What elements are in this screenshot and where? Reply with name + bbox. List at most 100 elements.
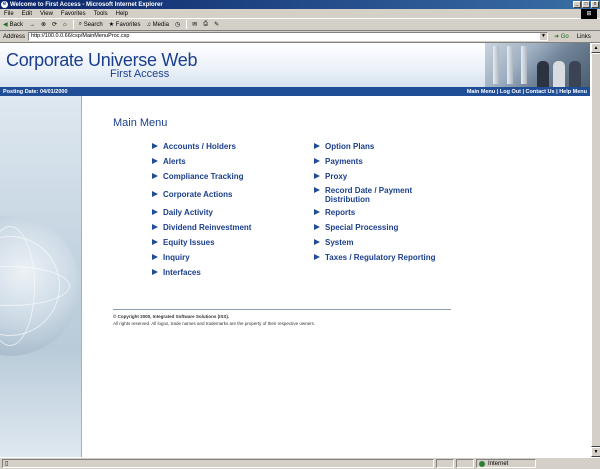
print-button[interactable]: ⎙	[203, 21, 208, 28]
menu-link-inquiry[interactable]: Inquiry	[152, 253, 190, 262]
person-figure	[569, 61, 581, 87]
menu-link-special-processing[interactable]: Special Processing	[314, 223, 398, 232]
menu-file[interactable]: File	[4, 11, 14, 17]
menu-link-payments[interactable]: Payments	[314, 157, 363, 166]
arrow-bullet-icon	[314, 173, 320, 179]
site-banner: Corporate Universe Web First Access	[0, 43, 590, 87]
globe-ring	[0, 266, 70, 306]
column-shape	[507, 46, 513, 84]
arrow-bullet-icon	[314, 209, 320, 215]
search-button[interactable]: ⌕ Search	[79, 21, 103, 28]
person-figure	[553, 61, 565, 87]
history-button[interactable]: ◷	[175, 21, 180, 28]
menu-link-dividend-reinvestment[interactable]: Dividend Reinvestment	[152, 223, 251, 232]
menu-link-interfaces[interactable]: Interfaces	[152, 268, 201, 277]
menu-link-taxes-regulatory-reporting[interactable]: Taxes / Regulatory Reporting	[314, 253, 436, 262]
edit-icon: ✎	[214, 22, 220, 28]
nav-log-out[interactable]: Log Out	[500, 89, 521, 95]
toolbar-separator	[72, 20, 74, 29]
links-button[interactable]: Links	[577, 34, 591, 40]
banner-photo	[485, 43, 590, 87]
internet-zone-icon	[479, 460, 485, 467]
menu-view[interactable]: View	[40, 11, 53, 17]
search-icon: ⌕	[78, 21, 83, 27]
menu-link-compliance-tracking[interactable]: Compliance Tracking	[152, 172, 243, 181]
site-navbar: Posting Date: 04/01/2000 Main Menu | Log…	[0, 87, 590, 96]
menu-grid: Accounts / Holders Alerts Compliance Tra…	[113, 142, 458, 282]
arrow-bullet-icon	[314, 143, 320, 149]
windows-logo-icon: ⊞	[581, 9, 597, 19]
arrow-bullet-icon	[314, 254, 320, 260]
arrow-bullet-icon	[314, 187, 320, 193]
menu-link-proxy[interactable]: Proxy	[314, 172, 347, 181]
nav-help-menu[interactable]: Help Menu	[559, 89, 587, 95]
arrow-bullet-icon	[152, 224, 158, 230]
menu-tools[interactable]: Tools	[94, 11, 108, 17]
arrow-bullet-icon	[314, 158, 320, 164]
edit-button[interactable]: ✎	[214, 21, 219, 28]
window-title: Welcome to First Access - Microsoft Inte…	[10, 1, 163, 8]
nav-main-menu[interactable]: Main Menu	[467, 89, 495, 95]
title-bar: e Welcome to First Access - Microsoft In…	[0, 0, 600, 9]
mail-button[interactable]: ✉	[192, 21, 197, 28]
close-button[interactable]: x	[591, 1, 599, 8]
history-icon: ◷	[174, 22, 181, 28]
address-label: Address	[3, 33, 26, 40]
arrow-bullet-icon	[152, 173, 158, 179]
menu-link-option-plans[interactable]: Option Plans	[314, 142, 374, 151]
menu-edit[interactable]: Edit	[22, 11, 32, 17]
menu-favorites[interactable]: Favorites	[61, 11, 86, 17]
brand-subtitle: First Access	[110, 68, 170, 80]
forward-button[interactable]: →	[29, 22, 35, 28]
stop-icon: ⊗	[40, 22, 46, 28]
page-title: Main Menu	[113, 117, 168, 129]
address-input[interactable]: http://100.0.0.66/csp/MainMenuProc.csp ▼	[28, 32, 549, 41]
scroll-thumb[interactable]	[591, 53, 600, 447]
arrow-bullet-icon	[152, 191, 158, 197]
toolbar-separator	[186, 20, 188, 29]
stop-button[interactable]: ⊗	[41, 21, 46, 28]
address-url: http://100.0.0.66/csp/MainMenuProc.csp	[31, 33, 130, 39]
menu-link-accounts-holders[interactable]: Accounts / Holders	[152, 142, 236, 151]
status-panel	[436, 459, 454, 468]
media-button[interactable]: ♫ Media	[146, 22, 169, 28]
menu-help[interactable]: Help	[116, 11, 128, 17]
menu-link-reports[interactable]: Reports	[314, 208, 355, 217]
home-button[interactable]: ⌂	[63, 22, 67, 28]
status-bar: ▯ Internet	[0, 457, 600, 469]
mail-icon: ✉	[192, 22, 198, 28]
column-shape	[521, 46, 527, 84]
favorites-button[interactable]: ★ Favorites	[109, 21, 141, 29]
back-arrow-icon: ◀	[3, 22, 8, 28]
status-panel-main: ▯	[2, 459, 434, 468]
back-button[interactable]: ◀ Back	[3, 21, 23, 29]
arrow-bullet-icon	[314, 239, 320, 245]
column-shape	[493, 46, 499, 84]
menu-bar: File Edit View Favorites Tools Help	[0, 9, 600, 19]
vertical-scrollbar[interactable]: ▲ ▼	[590, 43, 600, 457]
rights-line: All rights reserved. All logos, trade na…	[113, 320, 316, 326]
browser-window: e Welcome to First Access - Microsoft In…	[0, 0, 600, 469]
menu-link-equity-issues[interactable]: Equity Issues	[152, 238, 215, 247]
go-button[interactable]: ➜ Go	[554, 33, 569, 40]
maximize-button[interactable]: □	[582, 1, 590, 8]
arrow-bullet-icon	[152, 209, 158, 215]
menu-link-record-date-payment-distribution[interactable]: Record Date / Payment Distribution	[314, 186, 429, 204]
refresh-button[interactable]: ⟳	[52, 21, 57, 28]
menu-link-alerts[interactable]: Alerts	[152, 157, 186, 166]
nav-contact-us[interactable]: Contact Us	[526, 89, 555, 95]
menu-link-corporate-actions[interactable]: Corporate Actions	[152, 190, 233, 199]
main-menu-section: Main Menu Accounts / Holders Alerts Comp…	[113, 117, 458, 282]
scroll-up-icon[interactable]: ▲	[591, 43, 600, 53]
arrow-bullet-icon	[152, 239, 158, 245]
menu-link-system[interactable]: System	[314, 238, 353, 247]
security-zone: Internet	[476, 459, 536, 468]
scroll-down-icon[interactable]: ▼	[591, 447, 600, 457]
menu-link-daily-activity[interactable]: Daily Activity	[152, 208, 213, 217]
address-dropdown-icon[interactable]: ▼	[540, 33, 548, 40]
print-icon: ⎙	[203, 21, 209, 27]
minimize-button[interactable]: _	[573, 1, 581, 8]
arrow-bullet-icon	[152, 143, 158, 149]
arrow-bullet-icon	[152, 269, 158, 275]
ie-logo-icon: e	[1, 1, 8, 8]
